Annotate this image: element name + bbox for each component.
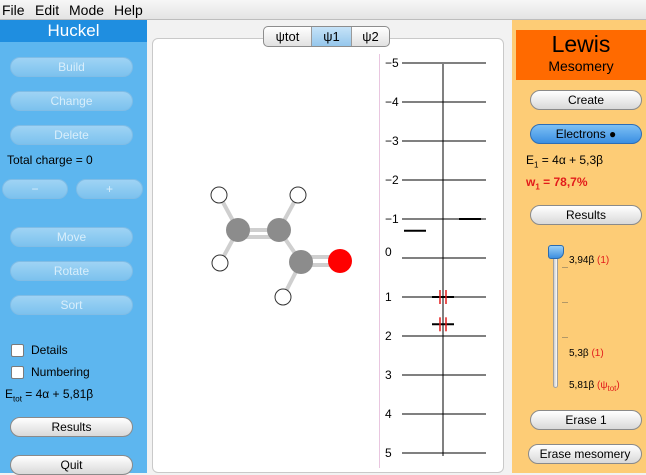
numbering-label: Numbering [31,365,90,379]
atom-hydrogen-4[interactable] [274,288,292,306]
move-button[interactable]: Move [10,227,133,247]
slider-tick: — [562,300,568,306]
menu-help[interactable]: Help [114,1,143,19]
e1-value: = 4α + 5,3β [538,153,604,167]
energy-tick-label: −5 [385,56,399,70]
menu-edit[interactable]: Edit [35,1,59,19]
tab-psi-tot[interactable]: ψtot [264,27,312,46]
change-button[interactable]: Change [10,91,133,111]
build-button[interactable]: Build [10,57,133,77]
tab-psi-2[interactable]: ψ2 [352,27,389,46]
slider-label-1-tag: (1) [597,255,610,266]
mesomery-slider-thumb[interactable] [548,245,564,259]
w1-label: w [526,175,536,189]
create-button[interactable]: Create [530,90,642,110]
slider-label-3-tag-end: ) [616,380,620,391]
w1-readout: w1 = 78,7% [526,175,588,191]
sort-button[interactable]: Sort [10,295,133,315]
energy-diagram: −5 −4 −3 −2 −1 0 1 2 3 4 5 [382,54,502,468]
slider-label-3-tag: (ψtot) [597,380,620,393]
details-label: Details [31,343,68,357]
slider-label-2-tag: (1) [591,348,604,359]
energy-tick-label: 2 [385,329,392,343]
atom-oxygen[interactable] [328,249,352,273]
menu-file[interactable]: File [2,1,25,19]
atom-hydrogen-1[interactable] [210,186,228,204]
electrons-button[interactable]: Electrons ● [530,124,642,144]
energy-tick-label: −2 [385,173,399,187]
quit-button[interactable]: Quit [10,455,133,475]
etot-label: E [5,387,14,401]
atom-carbon-3[interactable] [289,250,313,274]
slider-label-2: 5,3β (1) [569,348,604,359]
atom-carbon-2[interactable] [267,218,291,242]
bond-lines [217,193,342,299]
atom-carbon-1[interactable] [226,218,250,242]
lewis-panel: Lewis Mesomery Create Electrons ● E1 = 4… [512,20,646,473]
atom-hydrogen-3[interactable] [211,254,229,272]
mesomery-subtitle: Mesomery [548,58,614,74]
mesomery-slider-track[interactable] [553,251,558,388]
numbering-checkbox[interactable] [11,366,24,379]
slider-tick: — [562,335,568,341]
charge-minus-button[interactable]: − [2,179,68,199]
energy-tick-label: −3 [385,134,399,148]
erase-mesomery-button[interactable]: Erase mesomery [528,444,642,464]
erase-1-button[interactable]: Erase 1 [530,410,642,430]
delete-button[interactable]: Delete [10,125,133,145]
menu-mode[interactable]: Mode [69,1,104,19]
menu-bar: File Edit Mode Help [0,0,646,20]
rotate-button[interactable]: Rotate [10,261,133,281]
etot-readout: Etot = 4α + 5,81β [5,387,93,403]
slider-label-1-value: 3,94β [569,255,595,266]
energy-levels-chart: −5 −4 −3 −2 −1 0 1 2 3 4 5 [385,56,486,460]
lewis-header: Lewis Mesomery [516,30,646,80]
e1-label: E [526,153,535,167]
molecule-view[interactable] [158,54,380,468]
energy-tick-label: 0 [385,245,392,259]
energy-tick-label: −1 [385,212,399,226]
slider-label-2-value: 5,3β [569,348,589,359]
energy-tick-label: 3 [385,368,392,382]
energy-tick-label: 4 [385,407,392,421]
slider-label-3-value: 5,81β [569,380,595,391]
charge-plus-button[interactable]: + [76,179,143,199]
orbital-tabs: ψtot ψ1 ψ2 [263,26,390,47]
tab-psi-1[interactable]: ψ1 [312,27,352,46]
total-charge-label: Total charge = 0 [7,153,93,167]
energy-tick-label: 5 [385,446,392,460]
slider-tick: — [562,265,568,271]
lewis-results-button[interactable]: Results [530,205,642,225]
w1-value: = 78,7% [539,175,588,189]
etot-value: = 4α + 5,81β [21,387,94,401]
results-button[interactable]: Results [10,417,133,437]
molecule-drawing [210,186,352,306]
etot-subscript: tot [13,394,22,404]
e1-readout: E1 = 4α + 5,3β [526,153,603,169]
slider-label-1: 3,94β (1) [569,255,609,266]
slider-label-3: 5,81β (ψtot) [569,380,620,393]
huckel-title: Huckel [0,20,147,42]
lewis-title: Lewis [551,31,611,57]
atom-hydrogen-2[interactable] [289,186,307,204]
details-checkbox[interactable] [11,344,24,357]
huckel-panel: Huckel Build Change Delete Total charge … [0,20,147,475]
energy-ticks: −5 −4 −3 −2 −1 0 1 2 3 4 5 [385,56,486,460]
slider-label-3-tag-psi: (ψ [597,380,608,391]
energy-tick-label: 1 [385,290,392,304]
energy-tick-label: −4 [385,95,399,109]
